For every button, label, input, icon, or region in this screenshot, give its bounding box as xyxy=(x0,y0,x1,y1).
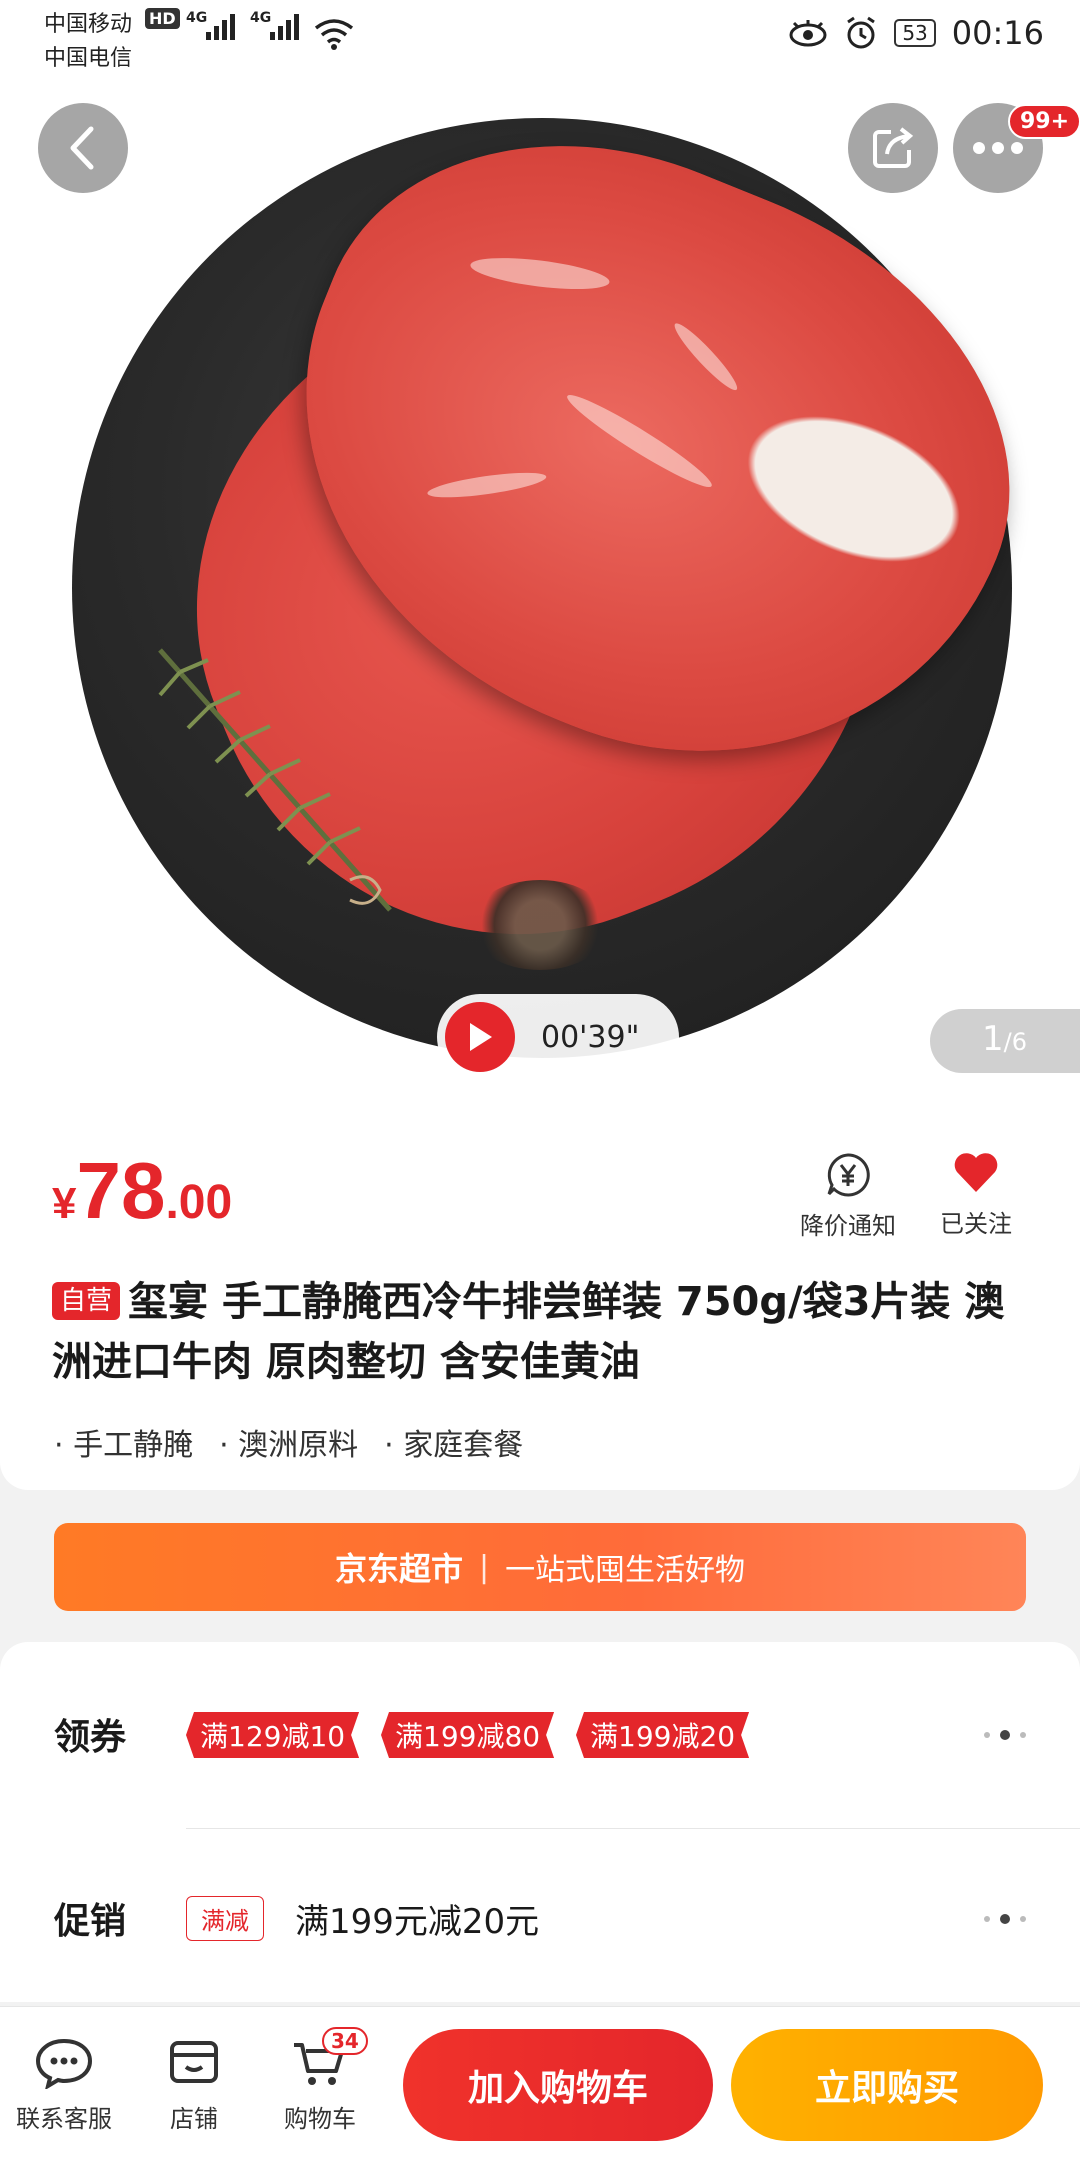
cart-label: 购物车 xyxy=(284,2105,356,2133)
heart-icon xyxy=(954,1153,998,1192)
promotion-more-icon[interactable] xyxy=(984,1914,1026,1924)
follow-label: 已关注 xyxy=(940,1210,1012,1238)
store-button[interactable]: 店铺 xyxy=(142,2037,246,2134)
promotion-text: 满199元减20元 xyxy=(295,1902,540,1942)
store-icon xyxy=(170,2041,218,2083)
network-type-2: 4G xyxy=(250,10,272,26)
message-badge: 99+ xyxy=(1008,104,1080,139)
customer-service-button[interactable]: 联系客服 xyxy=(12,2037,116,2134)
promotion-tag: 满减 xyxy=(186,1896,264,1941)
chat-bubble-icon xyxy=(35,2038,93,2089)
chevron-left-icon xyxy=(70,126,94,170)
bottom-action-bar: 联系客服 店铺 34 购物车 加入购物车 立即购买 xyxy=(0,2006,1080,2160)
feature-tag: · 家庭套餐 xyxy=(384,1428,524,1463)
play-icon xyxy=(445,1002,515,1072)
feature-tag: · 澳洲原料 xyxy=(219,1428,359,1463)
price: ¥ 78 .00 xyxy=(52,1145,232,1237)
price-integer: 78 xyxy=(76,1146,166,1235)
banner-slogan: 一站式囤生活好物 xyxy=(505,1553,746,1588)
cart-button[interactable]: 34 购物车 xyxy=(268,2027,372,2134)
price-alert-button[interactable]: 降价通知 xyxy=(800,1150,896,1241)
jd-supermarket-banner[interactable]: 京东超市 | 一站式囤生活好物 xyxy=(54,1523,1026,1611)
coupon-item[interactable]: 满199减80 xyxy=(381,1712,554,1758)
feature-tags: · 手工静腌 · 澳洲原料 · 家庭套餐 xyxy=(54,1420,523,1464)
alarm-icon xyxy=(847,16,876,49)
coupon-promo-card: 领券 满129减10 满199减80 满199减20 促销 满减 满199元减2… xyxy=(0,1642,1080,2002)
rosemary-image xyxy=(158,648,392,912)
back-button[interactable] xyxy=(38,103,128,193)
share-icon xyxy=(873,127,914,168)
coupon-more-icon[interactable] xyxy=(984,1730,1026,1740)
customer-service-label: 联系客服 xyxy=(16,2105,112,2133)
self-operated-tag: 自营 xyxy=(52,1282,121,1320)
battery-indicator: 53 xyxy=(894,19,936,47)
hd-badge: HD xyxy=(145,8,180,29)
price-decimal: .00 xyxy=(165,1176,233,1229)
store-label: 店铺 xyxy=(170,2105,218,2133)
signal-icon xyxy=(206,14,235,40)
coupon-item[interactable]: 满199减20 xyxy=(576,1712,749,1758)
image-page-indicator: 1 /6 xyxy=(930,1009,1080,1073)
clock: 00:16 xyxy=(951,14,1044,52)
wifi-icon xyxy=(314,19,354,50)
price-alert-label: 降价通知 xyxy=(800,1212,896,1240)
product-info-card: ¥ 78 .00 降价通知 已关注 自营 玺宴 手工静腌西冷牛排尝鲜装 750g/… xyxy=(0,1090,1080,1490)
video-duration: 00'39" xyxy=(541,1019,640,1055)
carrier-primary: 中国移动 xyxy=(44,12,133,37)
banner-separator: | xyxy=(478,1549,490,1585)
price-alert-icon xyxy=(827,1153,870,1197)
coupon-label: 领券 xyxy=(54,1717,127,1758)
eye-icon xyxy=(789,20,827,47)
product-title: 玺宴 手工静腌西冷牛排尝鲜装 750g/袋3片装 澳洲进口牛肉 原肉整切 含安佳… xyxy=(52,1279,1005,1385)
banner-brand: 京东超市 xyxy=(334,1550,463,1588)
product-title-block: 自营 玺宴 手工静腌西冷牛排尝鲜装 750g/袋3片装 澳洲进口牛肉 原肉整切 含… xyxy=(52,1272,1042,1392)
add-to-cart-button[interactable]: 加入购物车 xyxy=(403,2029,713,2141)
feature-tag: · 手工静腌 xyxy=(54,1428,194,1463)
carrier-secondary: 中国电信 xyxy=(44,46,133,71)
network-type-1: 4G xyxy=(186,10,208,26)
follow-button[interactable]: 已关注 xyxy=(940,1150,1012,1239)
coupon-item[interactable]: 满129减10 xyxy=(186,1712,359,1758)
more-dots-icon xyxy=(973,142,1023,154)
page-current: 1 xyxy=(982,1019,1004,1059)
page-total: /6 xyxy=(1003,1028,1027,1056)
status-bar: 中国移动 HD 中国电信 4G 4G 53 00:16 xyxy=(0,0,1080,71)
divider xyxy=(186,1828,1080,1829)
currency-symbol: ¥ xyxy=(52,1179,77,1228)
promotion-label: 促销 xyxy=(54,1901,127,1942)
buy-now-button[interactable]: 立即购买 xyxy=(731,2029,1043,2141)
cart-count-badge: 34 xyxy=(322,2027,368,2055)
video-play-button[interactable]: 00'39" xyxy=(437,994,679,1080)
signal-icon xyxy=(270,14,299,40)
peppercorns-image xyxy=(470,880,610,970)
share-button[interactable] xyxy=(848,103,938,193)
